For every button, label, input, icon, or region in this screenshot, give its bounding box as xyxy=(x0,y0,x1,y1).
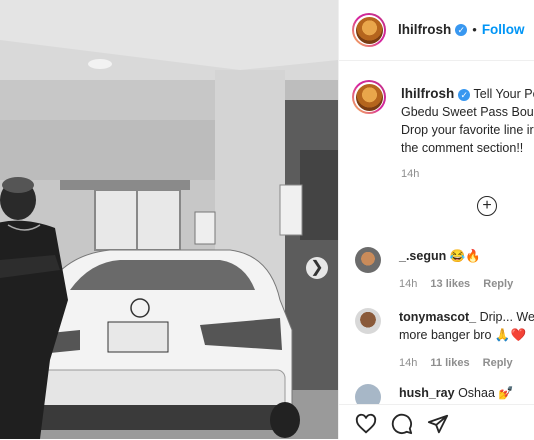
caption-username[interactable]: lhilfrosh xyxy=(401,86,454,101)
author-avatar[interactable] xyxy=(352,13,386,47)
chevron-right-icon: ❯ xyxy=(310,260,323,276)
comment-text-line-2: more banger bro 🙏❤️ xyxy=(399,326,534,344)
commenter-username[interactable]: hush_ray xyxy=(399,386,455,400)
post-photo xyxy=(0,0,338,439)
commenter-username[interactable]: tonymascot_ xyxy=(399,310,476,324)
comment-likes[interactable]: 13 likes xyxy=(430,278,470,290)
commenter-avatar[interactable] xyxy=(355,308,381,334)
comment-time: 14h xyxy=(399,357,417,369)
caption-line-2: Gbedu Sweet Pass Bourn xyxy=(401,103,534,121)
heart-icon[interactable] xyxy=(355,413,377,440)
next-photo-button[interactable]: ❯ xyxy=(306,257,328,279)
comment-text: Oshaa 💅 xyxy=(458,386,514,400)
caption-verified-badge-icon: ✓ xyxy=(458,89,470,101)
commenter-avatar[interactable] xyxy=(355,247,381,273)
comment-text: 😂🔥 xyxy=(450,249,481,263)
follow-button[interactable]: Follow xyxy=(482,22,525,37)
comment-likes[interactable]: 11 likes xyxy=(430,357,469,369)
caption-timestamp: 14h xyxy=(401,165,534,183)
comment-text: Drip... We r xyxy=(480,310,534,324)
caption-line-1: Tell Your Peo xyxy=(474,87,534,101)
post-actions-bar xyxy=(339,404,534,440)
load-more-comments-icon[interactable]: + xyxy=(477,196,497,216)
caption-line-3: Drop your favorite line ir xyxy=(401,121,534,139)
post-side-panel: lhilfrosh ✓ • Follow lhilfrosh ✓ Tell Your P… xyxy=(338,0,534,439)
reply-button[interactable]: Reply xyxy=(483,278,513,290)
caption-author-avatar[interactable] xyxy=(352,80,386,114)
reply-button[interactable]: Reply xyxy=(483,357,513,369)
comment-icon[interactable] xyxy=(391,413,413,440)
comment-time: 14h xyxy=(399,278,417,290)
separator-dot: • xyxy=(472,22,477,37)
share-icon[interactable] xyxy=(427,413,449,440)
caption-line-4: the comment section!! xyxy=(401,139,534,157)
author-username[interactable]: lhilfrosh xyxy=(398,22,451,37)
post-header: lhilfrosh ✓ • Follow xyxy=(339,0,534,61)
verified-badge-icon: ✓ xyxy=(455,24,467,36)
post-caption: lhilfrosh ✓ Tell Your Peo Gbedu Sweet Pas… xyxy=(401,85,534,183)
commenter-username[interactable]: _.segun xyxy=(399,249,446,263)
